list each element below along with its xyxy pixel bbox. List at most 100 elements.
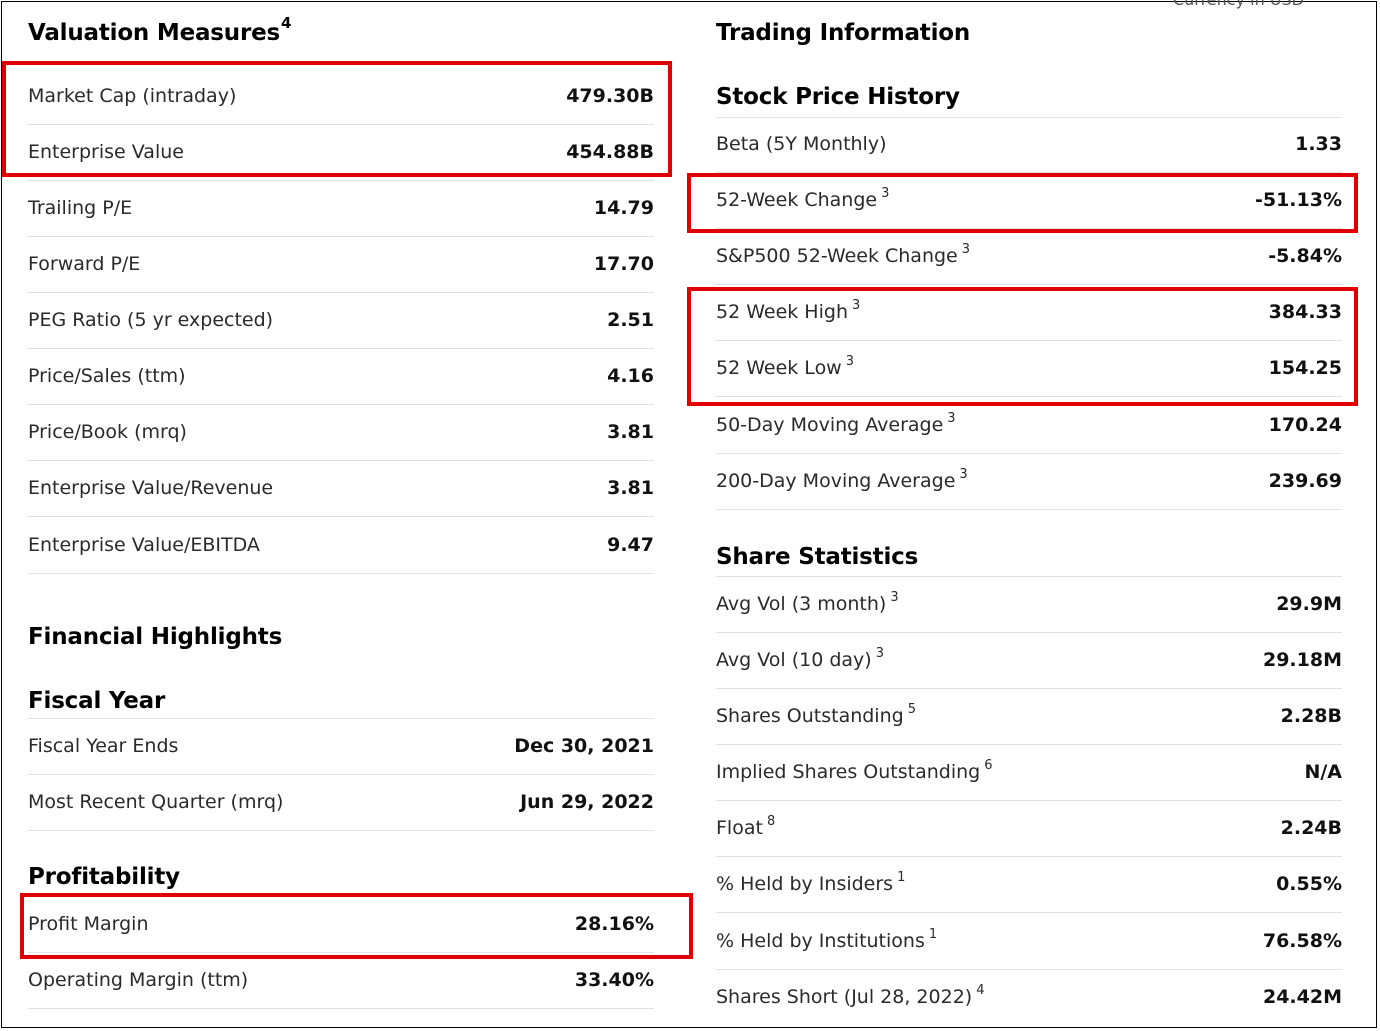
row-label-text: Float <box>716 817 763 839</box>
row-value: 14.79 <box>593 197 654 219</box>
footnote-marker: 3 <box>959 467 968 482</box>
row-label-text: % Held by Insiders <box>716 873 894 895</box>
row-value: 2.28B <box>1280 705 1342 727</box>
row-label-text: 52 Week Low <box>716 357 842 379</box>
row-label: Shares Outstanding 5 <box>716 702 916 727</box>
row-label: S&P500 52-Week Change 3 <box>716 242 971 267</box>
row-label: Price/Book (mrq) <box>28 421 187 443</box>
row-label: Fiscal Year Ends <box>28 735 179 757</box>
row-value: 33.40% <box>574 969 654 991</box>
row-label: 52 Week Low 3 <box>716 354 855 379</box>
table-row: 52 Week High 3 384.33 <box>716 285 1342 341</box>
table-row: Enterprise Value 454.88B <box>28 125 654 181</box>
row-label-text: Implied Shares Outstanding <box>716 761 981 783</box>
row-value: 9.47 <box>607 534 654 556</box>
stock-price-history-heading: Stock Price History <box>716 84 1342 118</box>
table-row: Enterprise Value/Revenue 3.81 <box>28 461 654 517</box>
valuation-title-footnote: 4 <box>281 14 292 32</box>
footnote-marker: 8 <box>766 814 776 829</box>
valuation-measures-heading: Valuation Measures4 <box>28 14 654 46</box>
profitability-heading: Profitability <box>28 864 654 897</box>
footnote-marker: 3 <box>851 298 861 313</box>
row-value: N/A <box>1304 761 1342 783</box>
table-row: PEG Ratio (5 yr expected) 2.51 <box>28 293 654 349</box>
table-row: Avg Vol (10 day) 3 29.18M <box>716 633 1342 689</box>
table-row: Avg Vol (3 month) 3 29.9M <box>716 577 1342 633</box>
row-value: 384.33 <box>1268 301 1342 323</box>
footnote-marker: 3 <box>947 411 956 426</box>
table-row: Profit Margin 28.16% <box>28 897 654 953</box>
table-row: Shares Short (Jul 28, 2022) 4 24.42M <box>716 970 1342 1026</box>
row-value: 28.16% <box>574 913 654 935</box>
footnote-marker: 3 <box>881 186 890 201</box>
row-label-text: Shares Short (Jul 28, 2022) <box>716 986 973 1008</box>
row-value: 3.81 <box>607 421 654 443</box>
row-value: 29.18M <box>1262 649 1342 671</box>
table-row: S&P500 52-Week Change 3 -5.84% <box>716 229 1342 285</box>
footnote-marker: 5 <box>907 702 916 717</box>
row-value: Dec 30, 2021 <box>514 735 654 757</box>
row-value: 1.33 <box>1295 133 1342 155</box>
row-label: 50-Day Moving Average 3 <box>716 411 956 436</box>
row-value: 2.51 <box>607 309 654 331</box>
table-row: Enterprise Value/EBITDA 9.47 <box>28 518 654 574</box>
row-label: 200-Day Moving Average 3 <box>716 467 968 492</box>
row-value: 29.9M <box>1276 593 1342 615</box>
row-value: 154.25 <box>1268 357 1342 379</box>
row-value: 76.58% <box>1262 930 1342 952</box>
row-label: Most Recent Quarter (mrq) <box>28 791 284 813</box>
row-label: Enterprise Value/Revenue <box>28 477 274 499</box>
row-label: Avg Vol (10 day) 3 <box>716 646 884 671</box>
table-row: Trailing P/E 14.79 <box>28 181 654 237</box>
table-row: % Held by Insiders 1 0.55% <box>716 857 1342 913</box>
fiscal-year-heading: Fiscal Year <box>28 688 654 719</box>
footnote-marker: 6 <box>984 758 993 773</box>
footnote-marker: 3 <box>875 646 884 661</box>
row-label: Forward P/E <box>28 253 141 275</box>
row-label-text: 52-Week Change <box>716 189 878 211</box>
table-row: Price/Book (mrq) 3.81 <box>28 405 654 461</box>
row-label: Beta (5Y Monthly) <box>716 133 887 155</box>
table-row: Forward P/E 17.70 <box>28 237 654 293</box>
table-row: Market Cap (intraday) 479.30B <box>28 69 654 125</box>
footnote-marker: 3 <box>961 242 971 257</box>
row-value: Jun 29, 2022 <box>520 791 654 813</box>
row-label-text: Avg Vol (10 day) <box>716 649 872 671</box>
row-label-text: 50-Day Moving Average <box>716 414 944 436</box>
row-label: Price/Sales (ttm) <box>28 365 186 387</box>
table-row: Implied Shares Outstanding 6 N/A <box>716 745 1342 801</box>
table-row: Beta (5Y Monthly) 1.33 <box>716 117 1342 173</box>
row-label-text: 52 Week High <box>716 301 848 323</box>
row-value: 24.42M <box>1262 986 1342 1008</box>
row-value: -5.84% <box>1268 245 1342 267</box>
footnote-marker: 3 <box>845 354 855 369</box>
row-value: -51.13% <box>1254 189 1342 211</box>
footnote-marker: 1 <box>897 870 906 885</box>
row-value: 2.24B <box>1280 817 1342 839</box>
row-label: Market Cap (intraday) <box>28 85 237 107</box>
table-row: Shares Outstanding 5 2.28B <box>716 689 1342 745</box>
table-row: Float 8 2.24B <box>716 801 1342 857</box>
row-label: Enterprise Value/EBITDA <box>28 534 260 556</box>
share-statistics-heading: Share Statistics <box>716 544 1342 577</box>
row-value: 239.69 <box>1268 470 1342 492</box>
row-value: 17.70 <box>593 253 654 275</box>
row-label: Profit Margin <box>28 913 149 935</box>
row-label-text: Shares Outstanding <box>716 705 904 727</box>
row-label: 52 Week High 3 <box>716 298 861 323</box>
row-label: % Held by Institutions 1 <box>716 927 937 952</box>
footnote-marker: 4 <box>976 983 985 998</box>
row-value: 3.81 <box>607 477 654 499</box>
table-row: Most Recent Quarter (mrq) Jun 29, 2022 <box>28 775 654 831</box>
financial-highlights-heading: Financial Highlights <box>28 624 283 650</box>
table-row: Price/Sales (ttm) 4.16 <box>28 349 654 405</box>
row-label-text: 200-Day Moving Average <box>716 470 956 492</box>
row-value: 4.16 <box>607 365 654 387</box>
table-row: % Held by Institutions 1 76.58% <box>716 914 1342 970</box>
row-label: % Held by Insiders 1 <box>716 870 906 895</box>
row-label: Implied Shares Outstanding 6 <box>716 758 993 783</box>
row-value: 0.55% <box>1276 873 1342 895</box>
valuation-title: Valuation Measures <box>28 20 281 46</box>
footnote-marker: 3 <box>890 590 899 605</box>
row-label: Avg Vol (3 month) 3 <box>716 590 899 615</box>
